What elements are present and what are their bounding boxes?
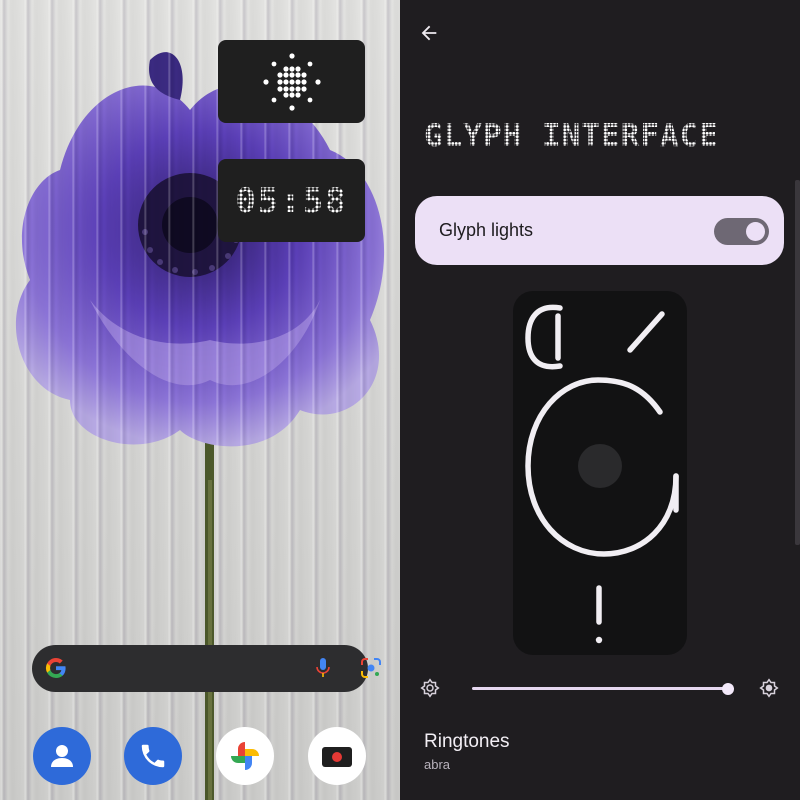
google-g-icon xyxy=(45,658,66,678)
page-title: GLYPH INTERFACE xyxy=(424,118,719,154)
slider-track xyxy=(472,687,728,690)
phone-app-button[interactable] xyxy=(124,727,182,785)
microphone-icon[interactable] xyxy=(315,657,331,679)
google-lens-icon[interactable] xyxy=(360,657,382,679)
phone-icon xyxy=(141,744,165,768)
clock-widget[interactable]: 05:58 xyxy=(218,159,365,242)
glyph-dots-icon xyxy=(262,52,321,111)
contacts-icon xyxy=(51,745,73,767)
glyph-lights-toggle[interactable] xyxy=(714,218,769,245)
clock-time: 05:58 xyxy=(235,180,348,221)
photos-app-button[interactable] xyxy=(216,727,274,785)
camera-app-button[interactable] xyxy=(308,727,366,785)
glyph-phone-illustration xyxy=(513,291,687,655)
google-search-bar[interactable] xyxy=(32,645,381,692)
scrollbar[interactable] xyxy=(795,180,800,545)
contacts-app-button[interactable] xyxy=(33,727,91,785)
ringtones-setting[interactable]: Ringtones abra xyxy=(400,722,800,782)
toggle-thumb xyxy=(746,222,765,241)
ringtones-value: abra xyxy=(424,757,451,772)
brightness-high-icon xyxy=(759,678,779,698)
glyph-widget[interactable] xyxy=(218,40,365,123)
back-arrow-icon[interactable] xyxy=(418,22,440,44)
ringtones-title: Ringtones xyxy=(424,731,510,752)
home-screen: 05:58 xyxy=(0,0,400,800)
slider-thumb[interactable] xyxy=(722,683,734,695)
glyph-brightness-slider[interactable] xyxy=(470,682,736,696)
google-photos-icon xyxy=(231,742,259,770)
glyph-lights-label: Glyph lights xyxy=(439,220,534,240)
brightness-low-icon xyxy=(420,678,440,698)
glyph-lights-card[interactable]: Glyph lights xyxy=(415,196,784,265)
camera-icon xyxy=(322,747,352,767)
